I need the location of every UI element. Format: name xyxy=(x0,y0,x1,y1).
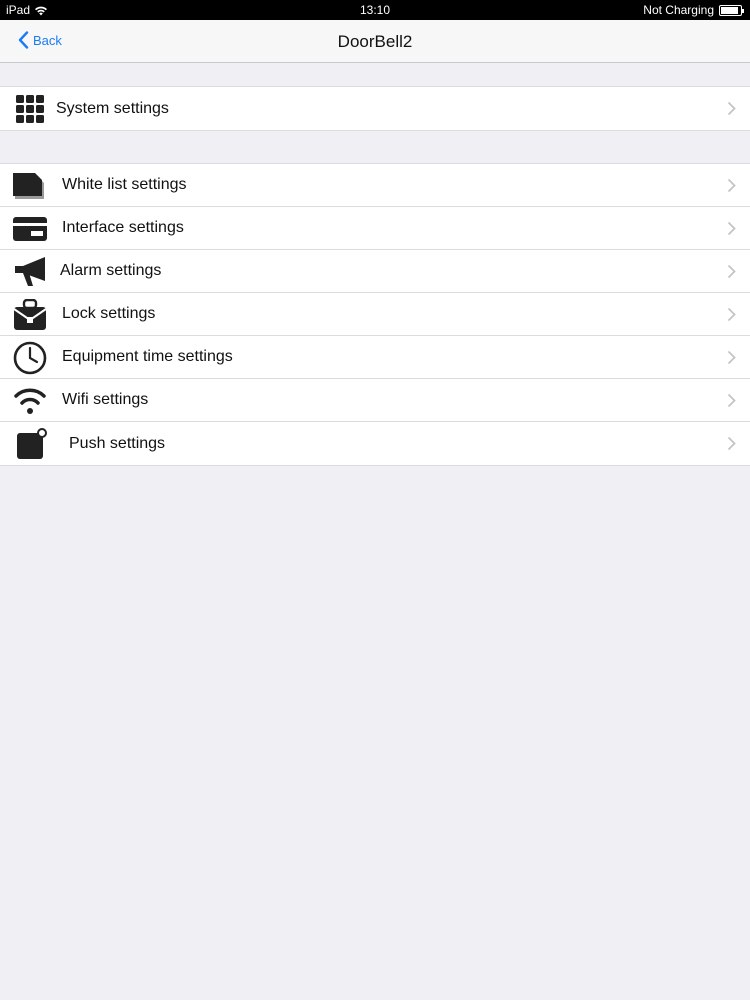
clock-icon xyxy=(13,341,47,375)
settings-item-interface[interactable]: Interface settings xyxy=(0,207,750,250)
settings-item-lock[interactable]: Lock settings xyxy=(0,293,750,336)
wifi-icon xyxy=(13,384,47,418)
settings-item-equipment-time[interactable]: Equipment time settings xyxy=(0,336,750,379)
charging-status: Not Charging xyxy=(643,3,714,17)
settings-item-label: Push settings xyxy=(69,434,166,452)
chevron-right-icon xyxy=(727,436,736,451)
chevron-right-icon xyxy=(727,178,736,193)
card-icon xyxy=(13,212,47,246)
page-title: DoorBell2 xyxy=(337,32,413,51)
status-time: 13:10 xyxy=(359,3,391,17)
settings-item-wifi[interactable]: Wifi settings xyxy=(0,379,750,422)
settings-item-white-list[interactable]: White list settings xyxy=(0,164,750,207)
status-bar: iPad 13:10 Not Charging xyxy=(0,0,750,20)
chevron-right-icon xyxy=(727,101,736,116)
settings-item-alarm[interactable]: Alarm settings xyxy=(0,250,750,293)
chevron-right-icon xyxy=(727,307,736,322)
settings-item-label: Equipment time settings xyxy=(62,348,233,365)
settings-group-main: White list settings Interface settings A… xyxy=(0,163,750,466)
chevron-right-icon xyxy=(727,393,736,408)
settings-item-label: White list settings xyxy=(62,176,187,193)
megaphone-icon xyxy=(13,255,47,289)
chevron-right-icon xyxy=(727,350,736,365)
lock-bag-icon xyxy=(13,298,47,332)
settings-item-label: Lock settings xyxy=(62,305,156,322)
chevron-right-icon xyxy=(727,221,736,236)
settings-item-push[interactable]: Push settings xyxy=(0,422,750,465)
settings-item-label: System settings xyxy=(56,99,169,117)
settings-group-system: System settings xyxy=(0,86,750,131)
grid-icon xyxy=(13,92,47,126)
battery-level xyxy=(721,6,739,14)
settings-item-label: Alarm settings xyxy=(60,262,162,279)
status-right: Not Charging xyxy=(643,3,744,17)
settings-item-system[interactable]: System settings xyxy=(0,87,750,130)
settings-item-label: Interface settings xyxy=(62,219,184,236)
whitelist-icon xyxy=(13,169,47,203)
push-icon xyxy=(13,427,47,461)
settings-item-label: Wifi settings xyxy=(62,391,149,408)
navigation-bar: Back DoorBell2 xyxy=(0,20,750,63)
battery-icon xyxy=(719,4,744,16)
chevron-right-icon xyxy=(727,264,736,279)
